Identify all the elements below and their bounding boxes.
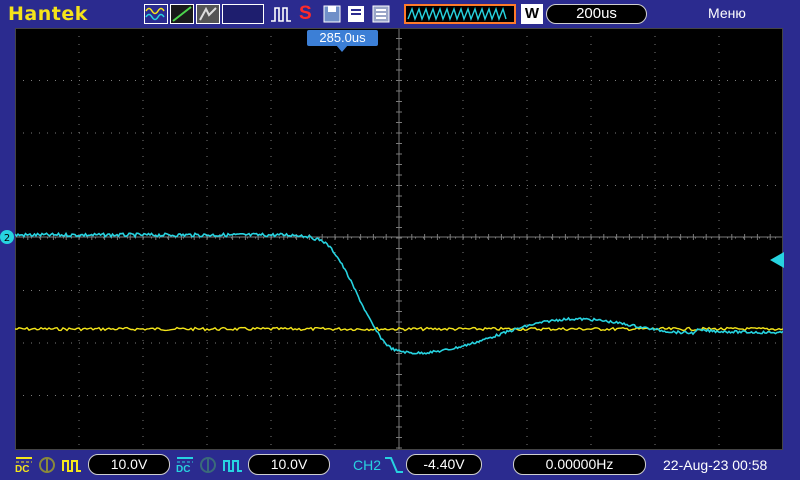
persistence-icon[interactable] bbox=[196, 4, 220, 24]
print-icon[interactable] bbox=[346, 4, 366, 29]
datetime: 22-Aug-23 00:58 bbox=[663, 457, 768, 473]
memory-depth-icon[interactable] bbox=[404, 4, 516, 24]
ch1-coupling-label: DC bbox=[15, 464, 30, 475]
status-box bbox=[222, 4, 264, 24]
ch1-ground-icon[interactable] bbox=[38, 456, 56, 479]
waveform-screen bbox=[14, 27, 784, 450]
waveform-plot bbox=[14, 27, 784, 450]
record-indicator[interactable]: S bbox=[299, 3, 312, 25]
trigger-source[interactable]: CH2 bbox=[353, 457, 381, 473]
ch2-volts-div[interactable]: 10.0V bbox=[248, 454, 330, 475]
trigger-edge-falling-icon[interactable] bbox=[384, 455, 404, 480]
cursor-icon[interactable] bbox=[170, 4, 194, 24]
ch2-probe-icon[interactable] bbox=[223, 457, 243, 478]
ch2-coupling[interactable]: DC bbox=[176, 455, 194, 475]
top-bar: Hantek S W 200us Меню bbox=[0, 0, 800, 28]
waveform-icon[interactable] bbox=[144, 4, 168, 24]
trigger-offset-marker[interactable]: 285.0us bbox=[307, 30, 378, 46]
flash-save-icon[interactable] bbox=[371, 4, 391, 29]
ch2-coupling-label: DC bbox=[176, 464, 191, 475]
run-stop-icon[interactable] bbox=[270, 5, 292, 28]
mode-label: W bbox=[521, 4, 543, 24]
trigger-level[interactable]: -4.40V bbox=[406, 454, 482, 475]
trigger-frequency: 0.00000Hz bbox=[513, 454, 646, 475]
save-icon[interactable] bbox=[322, 4, 342, 29]
ch1-coupling[interactable]: DC bbox=[15, 455, 33, 475]
trigger-offset-arrow bbox=[336, 45, 348, 52]
bottom-bar: DC 10.0V DC 10.0V CH2 -4.40V 0.00000Hz 2… bbox=[0, 450, 800, 480]
ch1-probe-icon[interactable] bbox=[62, 457, 82, 478]
brand-logo: Hantek bbox=[8, 3, 88, 25]
ch2-level-marker[interactable]: 2 bbox=[0, 229, 16, 245]
menu-button[interactable]: Меню bbox=[708, 5, 746, 21]
svg-text:2: 2 bbox=[4, 233, 10, 244]
ch2-ground-icon[interactable] bbox=[199, 456, 217, 479]
trigger-level-marker[interactable] bbox=[770, 252, 784, 268]
timebase-display[interactable]: 200us bbox=[546, 4, 647, 24]
ch1-volts-div[interactable]: 10.0V bbox=[88, 454, 170, 475]
